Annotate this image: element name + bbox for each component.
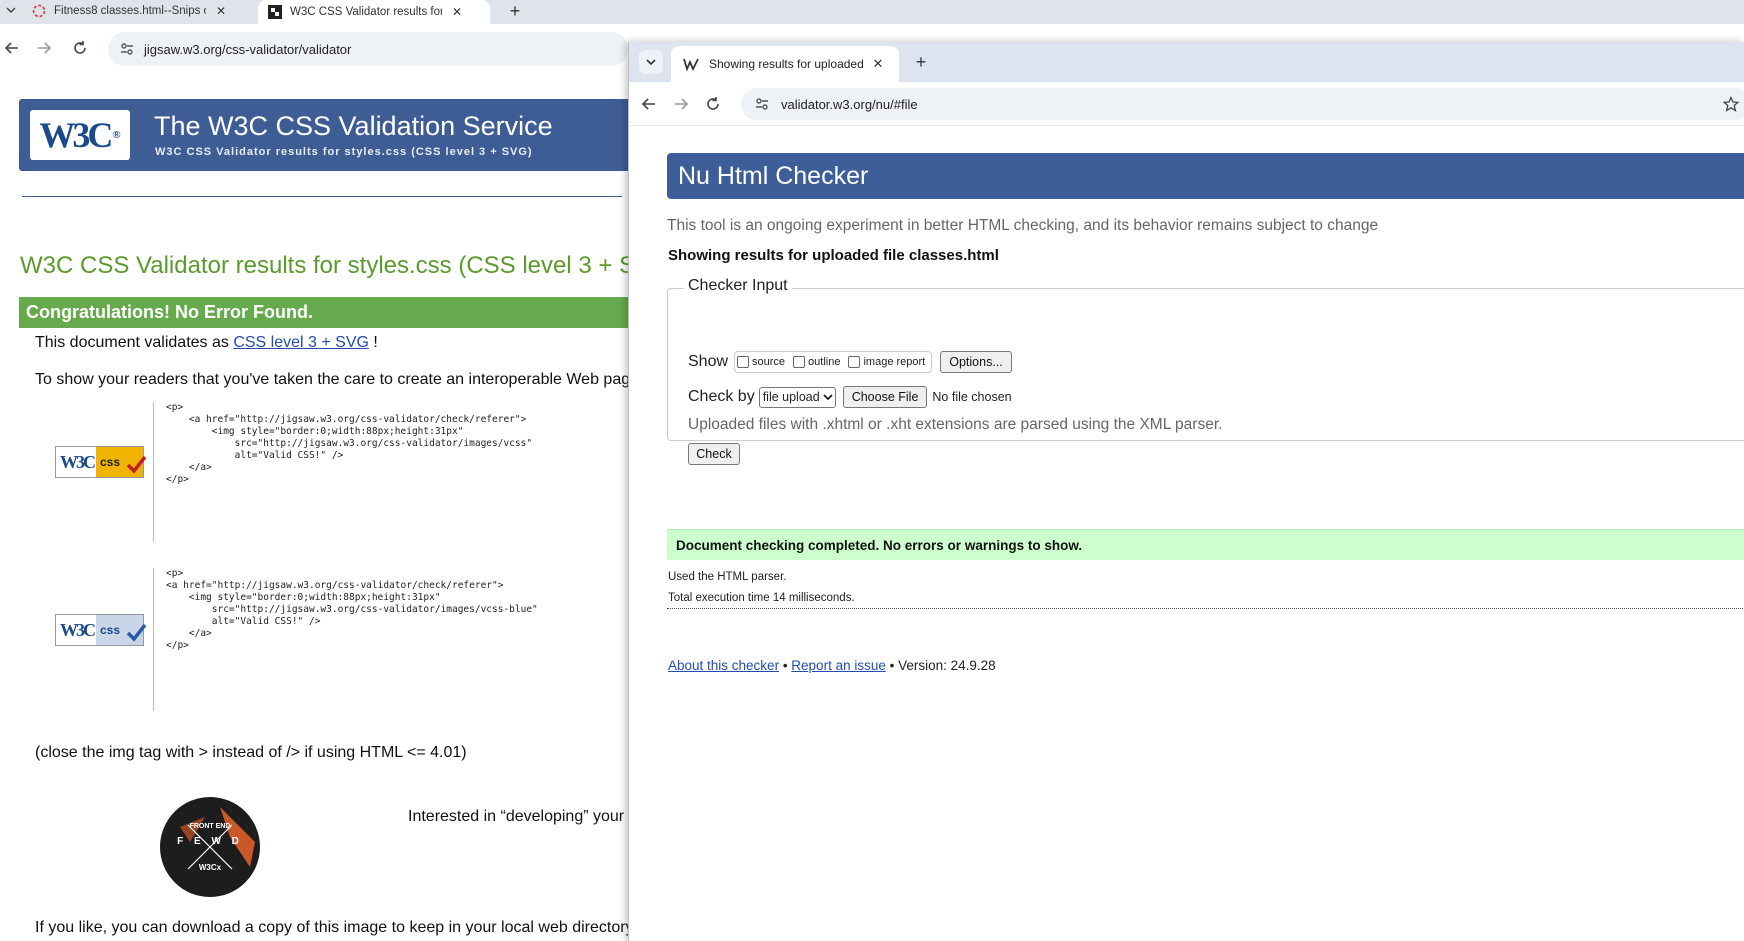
banner-title: The W3C CSS Validation Service [154,111,553,141]
tab-title: W3C CSS Validator results for st [290,6,442,18]
forward-arrow-icon[interactable] [34,38,54,58]
tab-search-icon[interactable] [639,50,663,74]
choose-file-button[interactable]: Choose File [842,386,928,408]
tab-css-validator[interactable]: W3C CSS Validator results for st ✕ [258,0,490,24]
close-img-note: (close the img tag with > instead of /> … [35,744,467,761]
show-readers-text: To show your readers that you've taken t… [35,371,631,388]
divider [22,196,622,197]
reload-icon[interactable] [703,94,723,114]
interested-text: Interested in “developing” your [408,808,625,825]
front-tab-strip: Showing results for uploaded fi ✕ + [629,42,1744,82]
lede-text: This tool is an ongoing experiment in be… [667,217,1379,234]
no-file-text: No file chosen [932,390,1012,404]
source-checkbox[interactable]: source [737,356,785,368]
w3c-logo[interactable]: W3C ® [30,110,130,160]
valid-css-badge-blue[interactable]: W3C css [55,614,147,646]
w3c-favicon-icon [268,5,282,19]
options-button[interactable]: Options... [940,351,1012,373]
page-title: Nu Html Checker [667,153,1744,199]
banner-subtitle: W3C CSS Validator results for styles.css… [155,146,533,158]
reload-icon[interactable] [70,38,90,58]
check-by-select[interactable]: file upload [758,386,836,408]
bookmark-star-icon[interactable] [1721,94,1741,114]
checkmark-icon [125,453,147,475]
valid-css-badge-yellow[interactable]: W3C css [55,446,147,478]
address-bar[interactable]: jigsaw.w3.org/css-validator/validator [108,32,628,66]
nu-html-checker-window: Showing results for uploaded fi ✕ + vali… [628,42,1744,941]
report-issue-link[interactable]: Report an issue [791,658,886,673]
show-options-row: Show source outline image report Options… [688,351,1012,373]
tab-title: Fitness8 classes.html--Snips of [54,5,206,17]
show-checkbox-group: source outline image report [734,351,933,373]
css-level-link[interactable]: CSS level 3 + SVG [233,334,369,351]
show-label: Show [688,353,729,370]
check-by-row: Check by file upload Choose File No file… [688,386,1012,408]
site-settings-icon[interactable] [753,95,771,113]
divider [667,608,1744,609]
forward-arrow-icon[interactable] [671,94,691,114]
check-by-label: Check by [688,388,755,405]
close-tab-icon[interactable]: ✕ [870,56,886,72]
upload-note: Uploaded files with .xhtml or .xht exten… [688,416,1223,433]
tab-nu-checker[interactable]: Showing results for uploaded fi ✕ [671,46,899,82]
footer: About this checker • Report an issue • V… [668,658,996,673]
about-checker-link[interactable]: About this checker [668,658,779,673]
execution-time: Total execution time 14 milliseconds. [668,592,855,604]
close-tab-icon[interactable]: ✕ [214,4,228,18]
loading-spinner-icon [32,4,46,18]
back-arrow-icon[interactable] [2,38,22,58]
back-arrow-icon[interactable] [639,94,659,114]
results-heading: W3C CSS Validator results for styles.css… [20,252,652,279]
url-text: jigsaw.w3.org/css-validator/validator [144,41,352,57]
new-tab-icon[interactable]: + [909,50,933,74]
fewd-logo[interactable]: FRONT END F E W D W3Cx [160,797,260,897]
css-validator-banner: W3C ® The W3C CSS Validation Service W3C … [19,99,639,171]
badge-code-snippet-blue: <p> <a href="http://jigsaw.w3.org/css-va… [153,568,538,711]
checkmark-icon [125,621,147,643]
badge-code-snippet: <p> <a href="http://jigsaw.w3.org/css-va… [153,402,532,542]
fieldset-legend: Checker Input [684,277,792,295]
success-message: Document checking completed. No errors o… [667,529,1744,560]
site-settings-icon[interactable] [118,40,136,58]
close-tab-icon[interactable]: ✕ [450,5,464,19]
tab-search-icon[interactable] [0,0,22,20]
new-tab-icon[interactable]: + [502,0,528,22]
validates-line: This document validates as CSS level 3 +… [35,334,378,351]
front-toolbar: validator.w3.org/nu/#file [629,82,1744,126]
parser-note: Used the HTML parser. [668,571,787,583]
address-bar[interactable]: validator.w3.org/nu/#file [741,88,1744,120]
congrats-banner: Congratulations! No Error Found. [19,297,639,328]
outline-checkbox[interactable]: outline [793,356,840,368]
chevron-down-icon [823,392,833,402]
w3c-favicon-icon [683,56,699,72]
check-button[interactable]: Check [688,443,740,465]
image-report-checkbox[interactable]: image report [848,356,925,368]
tab-snips[interactable]: Fitness8 classes.html--Snips of ✕ [22,0,254,22]
url-text: validator.w3.org/nu/#file [781,96,918,112]
tab-title: Showing results for uploaded fi [709,57,864,71]
results-heading: Showing results for uploaded file classe… [668,247,999,264]
download-note: If you like, you can download a copy of … [35,919,634,936]
version-text: • Version: 24.9.28 [885,658,996,673]
